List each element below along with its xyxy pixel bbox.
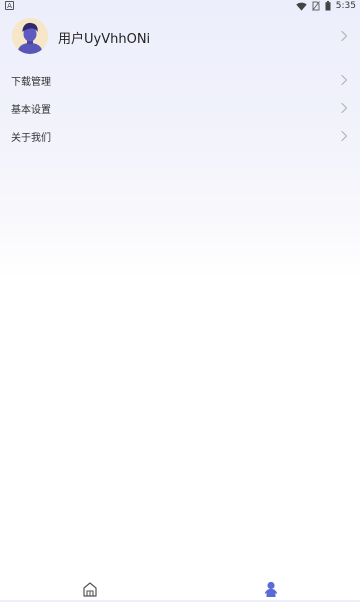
status-icons: 5:35 — [296, 0, 356, 12]
profile-row[interactable]: 用户UyVhhONi — [0, 18, 360, 58]
wifi-icon — [296, 2, 307, 11]
home-icon — [83, 582, 97, 597]
chevron-right-icon — [341, 102, 348, 114]
username: 用户UyVhhONi — [58, 32, 151, 47]
menu-item-label: 下载管理 — [11, 77, 51, 88]
menu-item-about-us[interactable]: 关于我们 — [0, 122, 360, 150]
avatar-illustration — [12, 18, 48, 54]
menu-item-label: 关于我们 — [11, 133, 51, 144]
tab-home[interactable] — [81, 580, 99, 598]
status-bar: A 5:35 — [0, 0, 360, 12]
battery-icon — [325, 1, 331, 11]
chevron-right-icon — [341, 30, 348, 42]
avatar[interactable] — [12, 18, 48, 54]
notification-icon: A — [5, 1, 14, 10]
menu-item-label: 基本设置 — [11, 105, 51, 116]
tab-profile[interactable] — [262, 580, 280, 598]
bottom-tab-bar — [0, 574, 360, 600]
menu-item-basic-settings[interactable]: 基本设置 — [0, 94, 360, 122]
chevron-right-icon — [341, 130, 348, 142]
status-time: 5:35 — [335, 1, 356, 11]
chevron-right-icon — [341, 74, 348, 86]
no-sim-icon — [311, 1, 320, 11]
menu-item-download-manager[interactable]: 下载管理 — [0, 66, 360, 94]
profile-icon — [264, 581, 278, 597]
